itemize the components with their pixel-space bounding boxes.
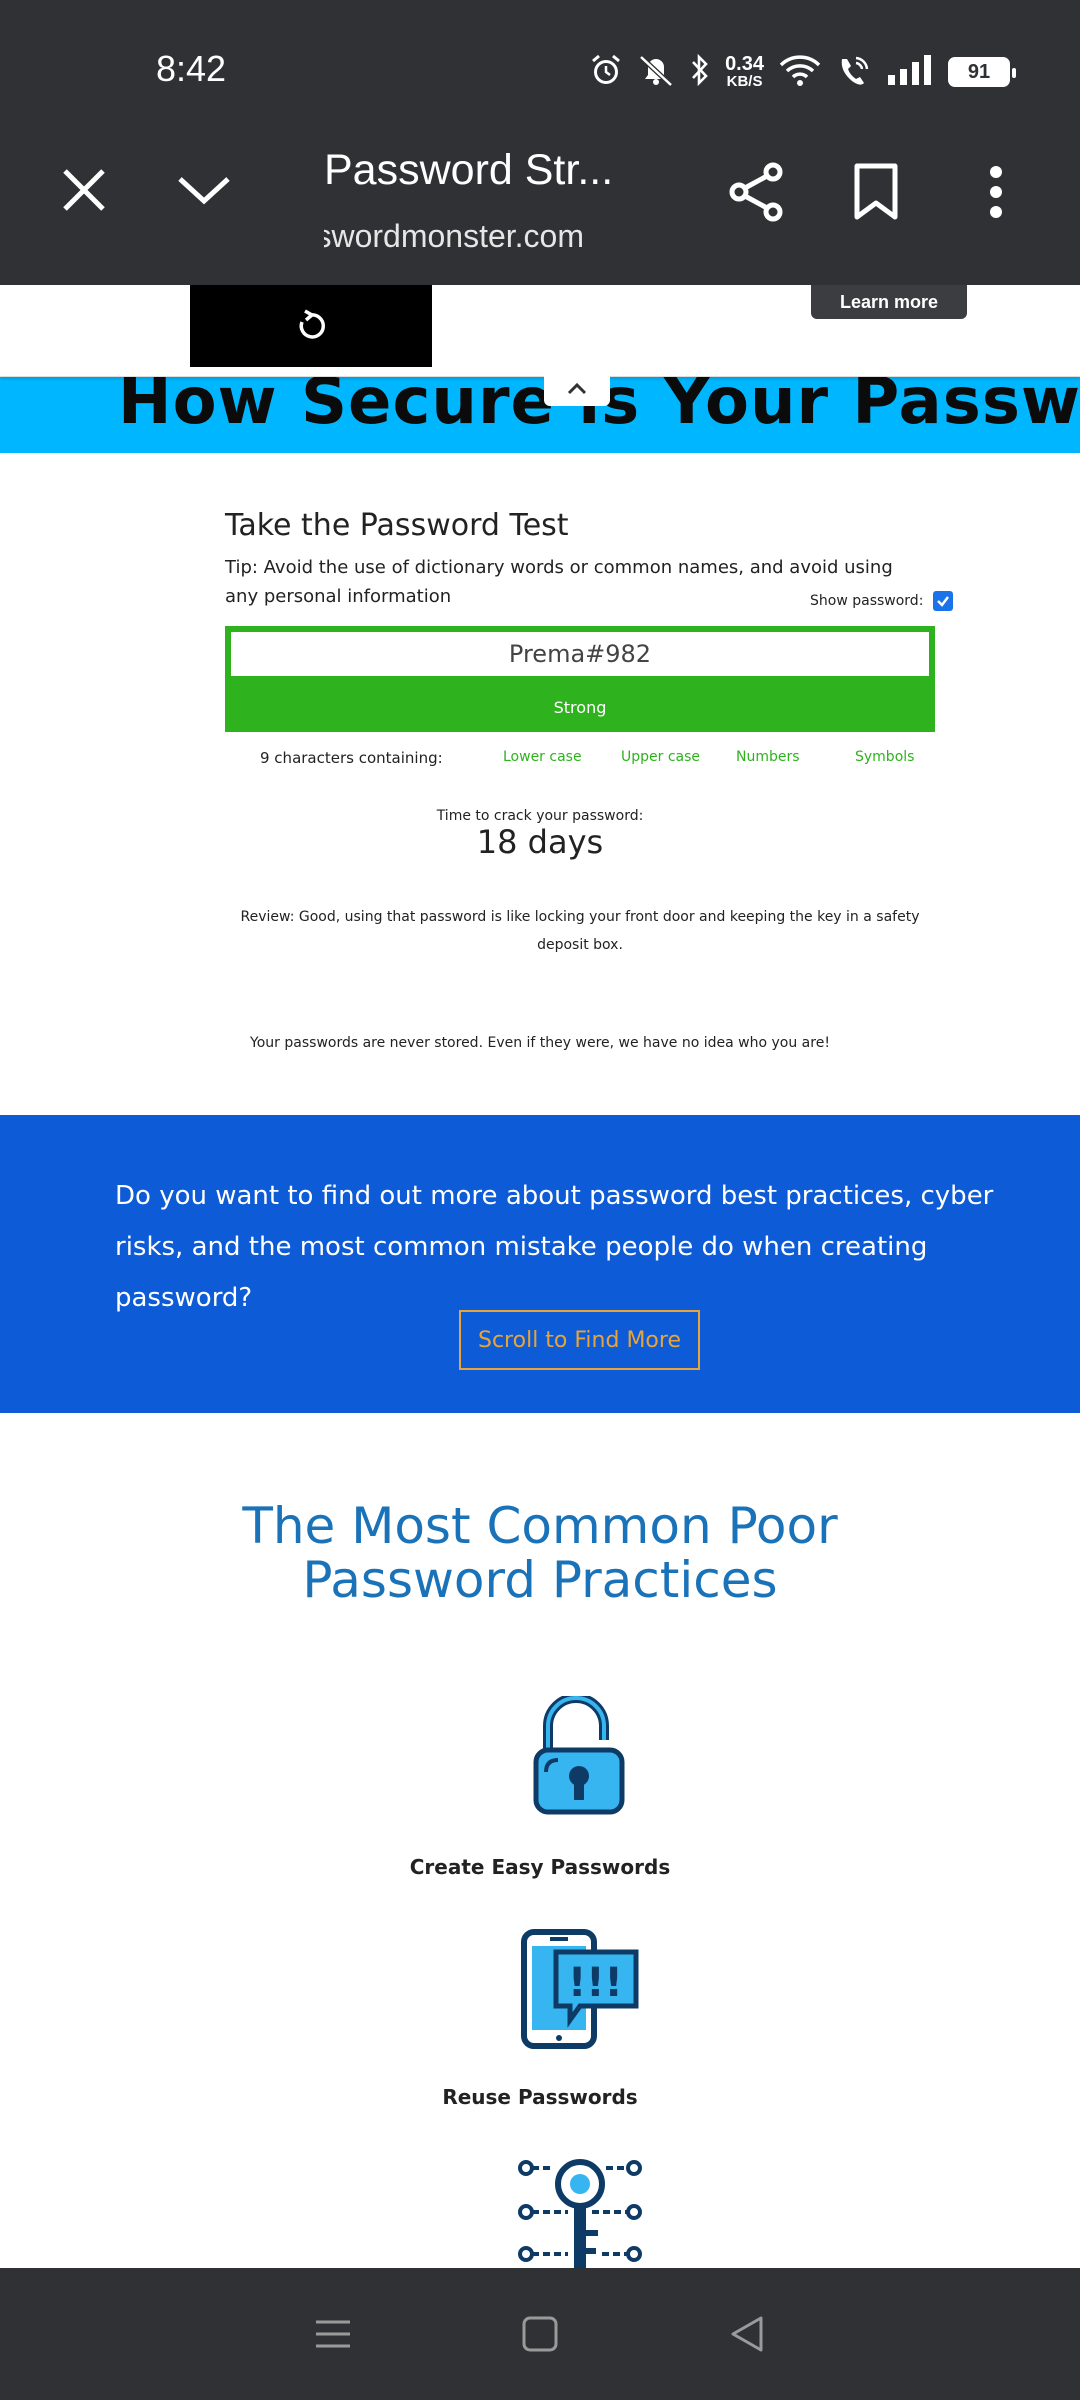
back-button[interactable] [717, 2304, 777, 2364]
cta-section: Do you want to find out more about passw… [0, 1115, 1080, 1413]
close-icon [63, 169, 105, 211]
bookmark-button[interactable] [846, 160, 906, 224]
password-test-section: Take the Password Test Tip: Avoid the us… [0, 453, 1080, 1115]
minimize-button[interactable] [172, 160, 236, 220]
battery-indicator: 91 [948, 57, 1016, 87]
ad-video[interactable] [190, 285, 432, 367]
poor-practices-section: The Most Common Poor Password Practices … [0, 1413, 1080, 2268]
criteria-symbols: Symbols [855, 749, 915, 765]
privacy-note: Your passwords are never stored. Even if… [250, 1035, 830, 1051]
system-nav-bar [0, 2268, 1080, 2400]
replay-icon[interactable] [293, 308, 329, 344]
ad-collapse-button[interactable] [544, 372, 610, 406]
unlocked-padlock-icon [532, 1693, 626, 1820]
home-button[interactable] [510, 2304, 570, 2364]
back-triangle-icon [731, 2316, 763, 2352]
recent-apps-button[interactable] [303, 2304, 363, 2364]
browser-header: 8:42 0.34 KB/S 91 Password Str... passw [0, 0, 1080, 285]
check-icon [937, 596, 950, 607]
chars-count-label: 9 characters containing: [260, 749, 443, 767]
wifi-call-icon [836, 53, 872, 91]
criteria-lower-case: Lower case [503, 749, 582, 765]
alarm-icon [589, 53, 623, 91]
phone-alert-icon: !!! [520, 1928, 640, 2054]
share-button[interactable] [724, 160, 788, 224]
show-password-toggle[interactable]: Show password: [810, 591, 954, 611]
criteria-numbers: Numbers [736, 749, 800, 765]
share-icon [729, 162, 783, 222]
close-tab-button[interactable] [54, 160, 114, 220]
crack-time-label: Time to crack your password: [436, 808, 644, 824]
net-speed-value: 0.34 [725, 53, 764, 75]
crack-time-value: 18 days [476, 823, 604, 861]
ad-banner[interactable]: Learn more [0, 285, 1080, 377]
menu-icon [316, 2320, 351, 2348]
review-text: Review: Good, using that password is lik… [240, 909, 920, 953]
mute-icon [637, 53, 675, 91]
chevron-down-icon [178, 177, 230, 205]
tab-title: Password Str... [324, 146, 614, 194]
practice-create-easy-passwords: Create Easy Passwords [409, 1855, 671, 1879]
password-input[interactable]: Prema#982 [225, 626, 935, 682]
more-options-button[interactable] [968, 160, 1024, 224]
practice-reuse-passwords: Reuse Passwords [442, 2085, 638, 2109]
show-password-checkbox[interactable] [933, 591, 954, 611]
hero-banner: How Secure is Your Password? [0, 377, 1080, 453]
test-title: Take the Password Test [225, 508, 569, 543]
practices-title: The Most Common Poor Password Practices [242, 1497, 838, 1609]
net-speed: 0.34 KB/S [725, 54, 764, 90]
more-vert-icon [990, 166, 1002, 218]
chevron-up-icon [567, 382, 587, 395]
circuit-key-icon [518, 2158, 642, 2272]
status-icons: 0.34 KB/S 91 [589, 48, 1016, 96]
scroll-to-find-more-button[interactable]: Scroll to Find More [459, 1310, 700, 1370]
signal-icon [886, 53, 934, 91]
criteria-upper-case: Upper case [621, 749, 701, 765]
strength-indicator: Strong [225, 682, 935, 732]
character-analysis: 9 characters containing: Lower case Uppe… [225, 749, 935, 773]
net-speed-unit: KB/S [726, 73, 763, 90]
status-time: 8:42 [156, 48, 227, 89]
show-password-label: Show password: [810, 593, 924, 609]
tab-url: passwordmonster.com [324, 218, 584, 254]
bookmark-icon [854, 163, 898, 220]
wifi-icon [778, 53, 822, 91]
home-square-icon [522, 2316, 558, 2352]
svg-text:!!!: !!! [568, 1960, 623, 2006]
bluetooth-icon [689, 53, 711, 91]
cta-text: Do you want to find out more about passw… [115, 1181, 994, 1313]
learn-more-button[interactable]: Learn more [811, 285, 967, 319]
